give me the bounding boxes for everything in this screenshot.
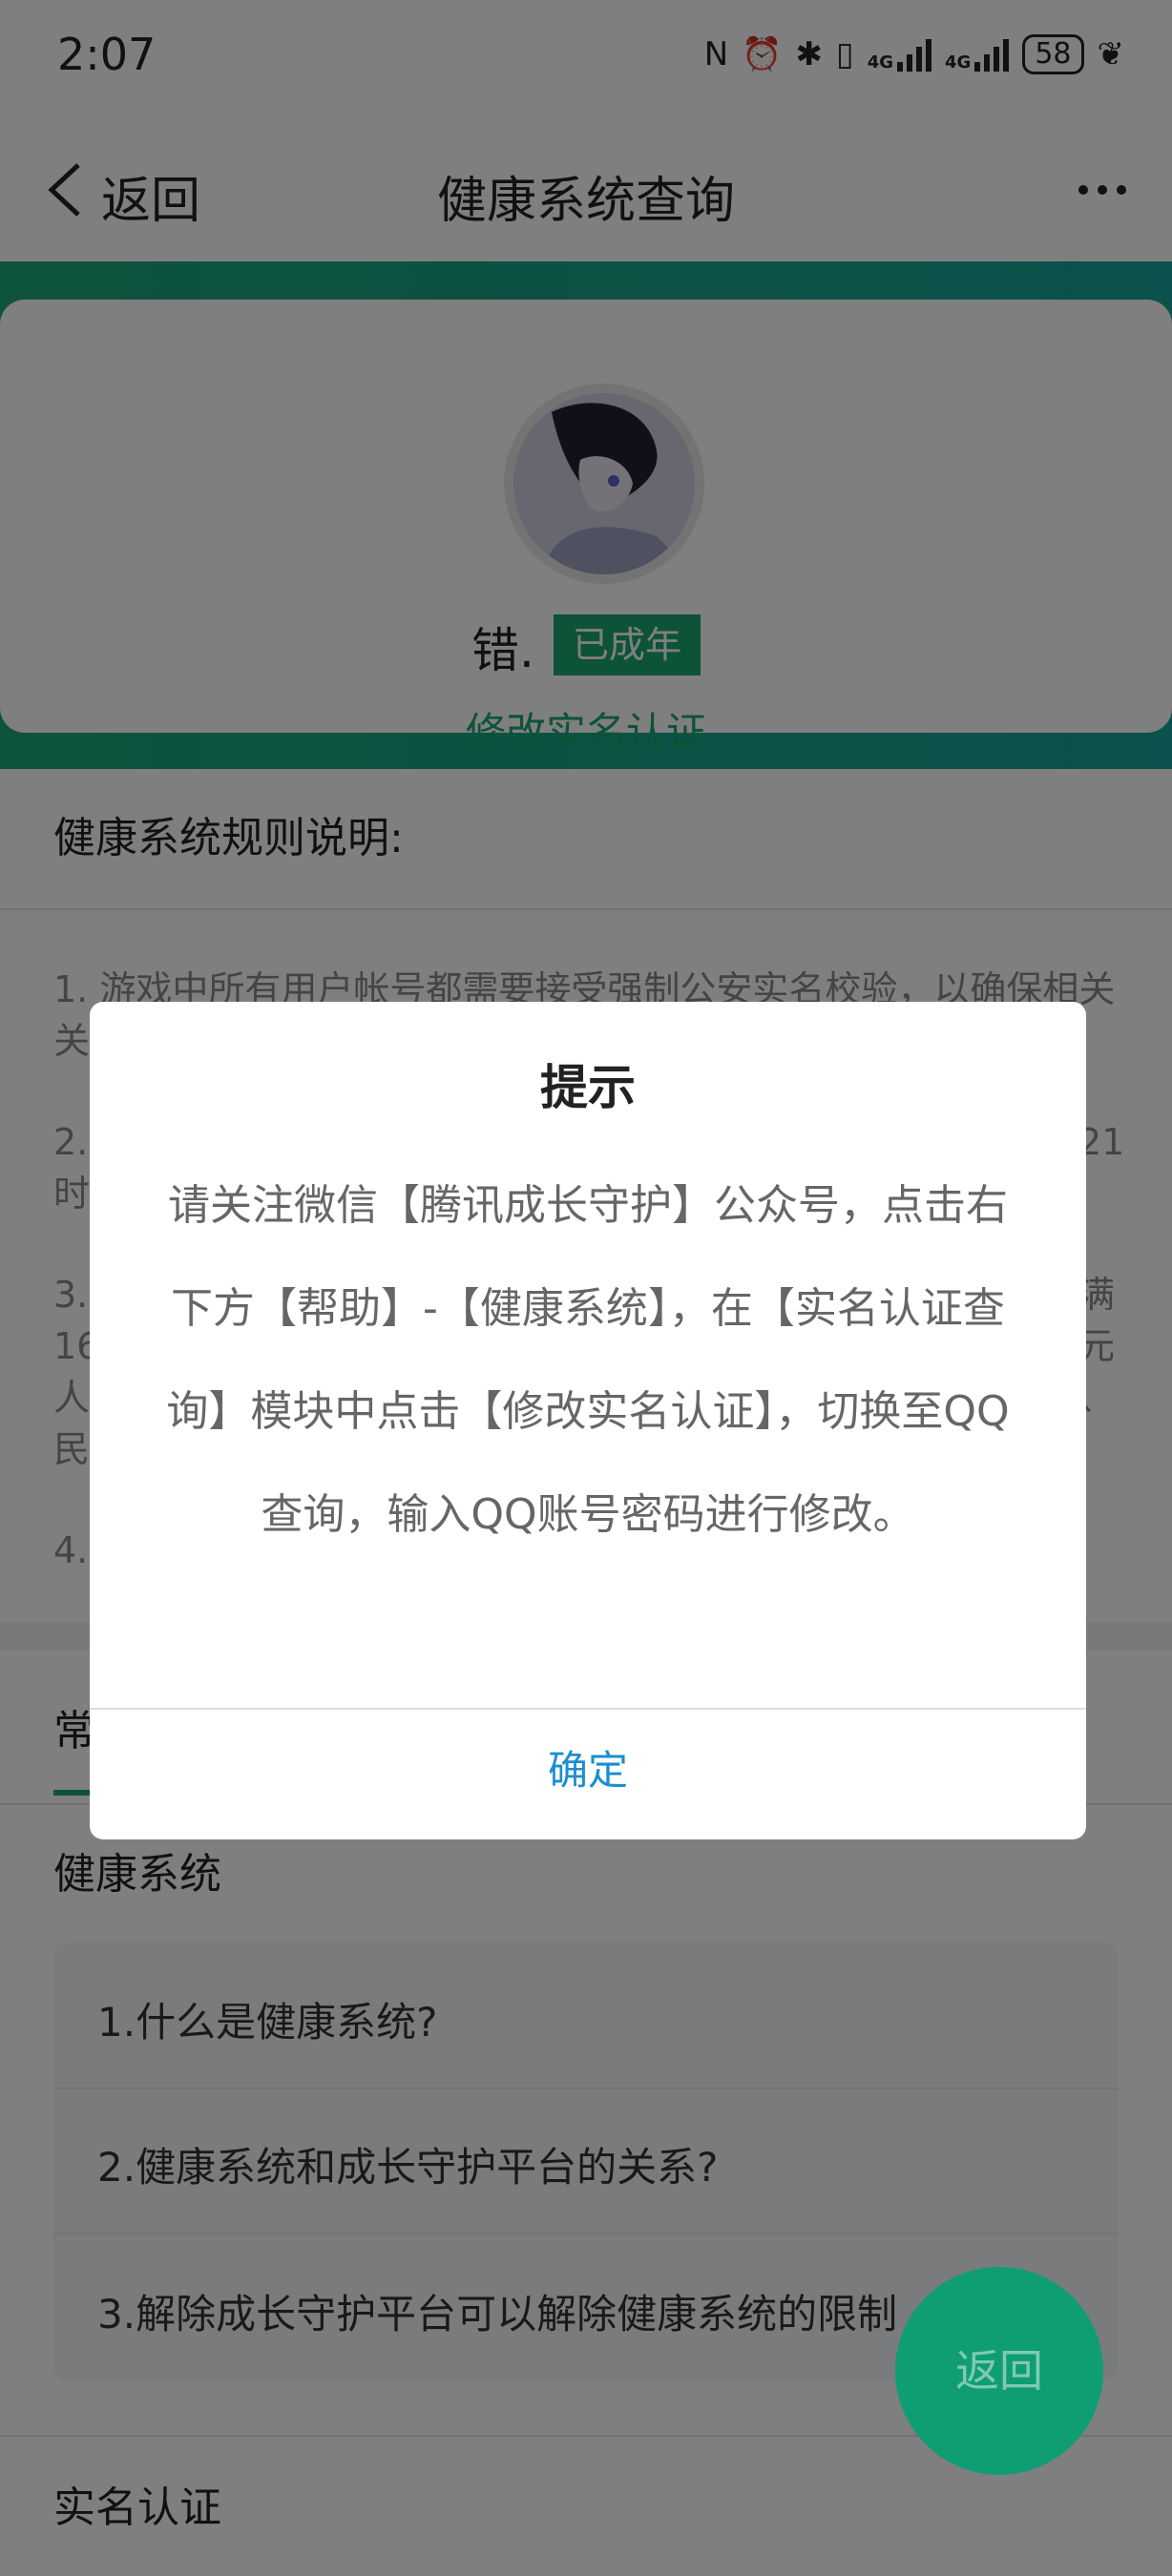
floating-back-button[interactable]: 返回 [895,2267,1103,2475]
divider [90,1708,1086,1710]
alert-dialog: 提示 请关注微信【腾讯成长守护】公众号，点击右下方【帮助】-【健康系统】，在【实… [90,1002,1086,1839]
dialog-message: 请关注微信【腾讯成长守护】公众号，点击右下方【帮助】-【健康系统】，在【实名认证… [166,1181,1010,1539]
dialog-title: 提示 [540,1060,636,1115]
confirm-button[interactable]: 确定 [90,1738,1086,1797]
